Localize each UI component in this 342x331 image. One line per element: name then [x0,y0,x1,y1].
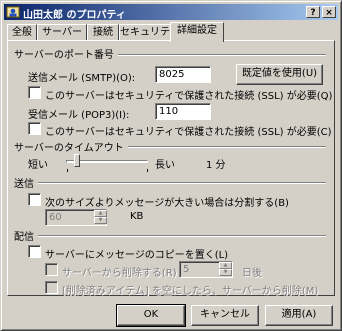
pop3-label: 受信メール (POP3)(I): [28,110,130,121]
slider-tick [67,169,68,172]
pop3-ssl-checkbox[interactable] [28,122,41,135]
pop3-ssl-label: このサーバーはセキュリティで保護された接続 (SSL) が必要(C) [45,127,332,138]
divider [14,235,326,237]
timeout-value: 1 分 [206,160,226,171]
days-unit-label: 日後 [242,268,262,279]
use-defaults-button[interactable]: 既定値を使用(U) [236,64,323,85]
smtp-label: 送信メール (SMTP)(O): [28,73,136,84]
smtp-port-input[interactable]: 8025 [155,66,211,83]
timeout-slider-thumb[interactable] [73,154,80,167]
smtp-ssl-label: このサーバーはセキュリティで保護された接続 (SSL) が必要(Q) [45,91,333,102]
tab-servers[interactable]: サーバー [37,24,87,41]
window-title: 山田太郎 のプロパティ [23,10,126,21]
server-ports-title: サーバーのポート番号 [14,46,118,61]
split-messages-checkbox[interactable] [28,193,41,206]
slider-tick [147,169,148,172]
remove-deleted-checkbox[interactable] [45,281,58,294]
ok-button[interactable]: OK [116,304,186,327]
size-unit-label: KB [130,211,144,222]
remove-after-label: サーバーから削除する(R) [62,268,177,279]
smtp-ssl-checkbox[interactable] [28,86,41,99]
sending-title: 送信 [14,175,38,190]
contact-icon [6,6,20,18]
timeout-short-label: 短い [28,160,48,171]
leave-copy-checkbox[interactable] [28,245,41,258]
close-button[interactable]: × [322,6,336,18]
timeout-long-label: 長い [155,160,175,171]
remove-days-spinner[interactable]: ▲ ▼ [219,262,232,277]
help-button[interactable]: ? [306,6,320,18]
apply-button[interactable]: 適用(A) [265,305,333,326]
properties-dialog: 山田太郎 のプロパティ ? × 全般 サーバー 接続 セキュリティ 詳細設定 サ… [0,0,342,331]
remove-after-checkbox[interactable] [45,263,58,276]
title-bar[interactable]: 山田太郎 のプロパティ ? × [4,4,338,21]
split-messages-label: 次のサイズよりメッセージが大きい場合は分割する(B) [45,198,289,209]
tab-general[interactable]: 全般 [7,24,37,41]
remove-deleted-label: [削除済みアイテム] を空にしたら、サーバーから削除(M) [62,286,319,297]
leave-copy-label: サーバーにメッセージのコピーを置く(L) [45,250,229,261]
tab-connection[interactable]: 接続 [87,24,119,41]
advanced-panel: サーバーのポート番号 送信メール (SMTP)(O): 8025 既定値を使用(… [7,40,335,297]
tab-security[interactable]: セキュリティ [119,24,179,41]
delivery-title: 配信 [14,228,38,243]
pop3-port-input[interactable]: 110 [155,103,211,120]
split-size-spinner[interactable]: ▲ ▼ [94,210,107,225]
tab-advanced[interactable]: 詳細設定 [170,22,224,42]
cancel-button[interactable]: キャンセル [191,305,259,326]
timeout-title: サーバーのタイムアウト [14,139,128,154]
divider [14,182,326,184]
